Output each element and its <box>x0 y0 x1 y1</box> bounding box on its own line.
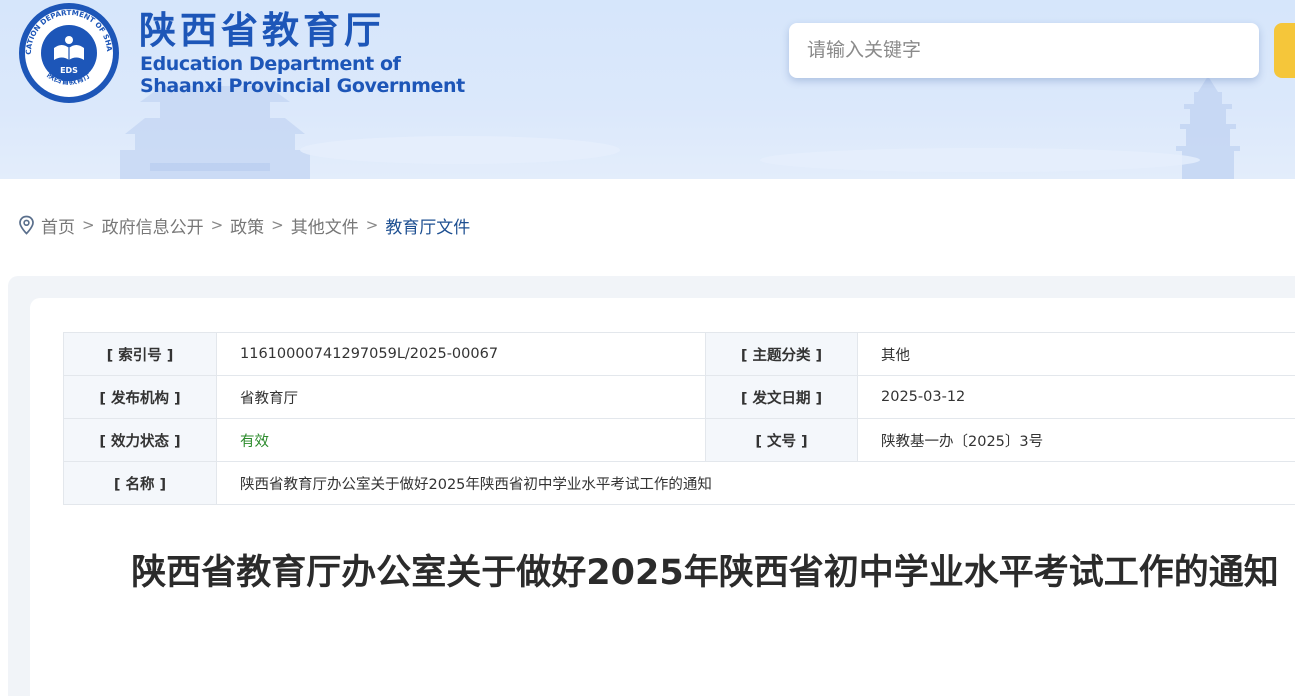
index-number-value: 11610000741297059L/2025-00067 <box>217 333 706 376</box>
location-pin-icon <box>18 215 35 235</box>
topic-category-label: [ 主题分类 ] <box>706 333 858 376</box>
document-name-label: [ 名称 ] <box>64 462 217 505</box>
validity-status-value: 有效 <box>217 419 706 462</box>
table-row: [ 效力状态 ] 有效 [ 文号 ] 陕教基一办〔2025〕3号 <box>64 419 1295 462</box>
breadcrumb-separator: > <box>211 216 224 234</box>
breadcrumb-separator: > <box>82 216 95 234</box>
issue-date-value: 2025-03-12 <box>858 376 1295 419</box>
article-title: 陕西省教育厅办公室关于做好2025年陕西省初中学业水平考试工作的通知 <box>110 548 1295 598</box>
document-number-value: 陕教基一办〔2025〕3号 <box>858 419 1295 462</box>
publisher-label: [ 发布机构 ] <box>64 376 217 419</box>
site-title-english-line1: Education Department of <box>140 53 465 75</box>
breadcrumb-other-files[interactable]: 其他文件 <box>291 213 359 238</box>
breadcrumb: 首页 > 政府信息公开 > 政策 > 其他文件 > 教育厅文件 <box>18 213 470 237</box>
breadcrumb-gov-info[interactable]: 政府信息公开 <box>102 213 204 238</box>
document-metadata-table: [ 索引号 ] 11610000741297059L/2025-00067 [ … <box>63 332 1295 505</box>
search-input[interactable] <box>807 35 1237 65</box>
search-box <box>789 23 1259 78</box>
table-row: [ 索引号 ] 11610000741297059L/2025-00067 [ … <box>64 333 1295 376</box>
breadcrumb-policy[interactable]: 政策 <box>230 213 264 238</box>
site-title-english-line2: Shaanxi Provincial Government <box>140 75 465 97</box>
breadcrumb-separator: > <box>271 216 284 234</box>
index-number-label: [ 索引号 ] <box>64 333 217 376</box>
topic-category-value: 其他 <box>858 333 1295 376</box>
table-row: [ 名称 ] 陕西省教育厅办公室关于做好2025年陕西省初中学业水平考试工作的通… <box>64 462 1295 505</box>
search-button[interactable] <box>1274 23 1295 78</box>
publisher-value: 省教育厅 <box>217 376 706 419</box>
site-header: EDUCATION DEPARTMENT OF SHAANXI 陕西省教育厅 E… <box>0 0 1295 179</box>
issue-date-label: [ 发文日期 ] <box>706 376 858 419</box>
breadcrumb-home[interactable]: 首页 <box>41 213 75 238</box>
document-number-label: [ 文号 ] <box>706 419 858 462</box>
document-name-value: 陕西省教育厅办公室关于做好2025年陕西省初中学业水平考试工作的通知 <box>217 462 1295 505</box>
site-title-chinese: 陕西省教育厅 <box>139 8 385 52</box>
breadcrumb-separator: > <box>366 216 379 234</box>
svg-text:EDS: EDS <box>60 66 78 75</box>
breadcrumb-current[interactable]: 教育厅文件 <box>385 213 470 238</box>
department-seal-logo: EDUCATION DEPARTMENT OF SHAANXI 陕西省教育厅 E… <box>16 2 122 104</box>
site-title-english: Education Department of Shaanxi Provinci… <box>140 53 465 97</box>
validity-status-label: [ 效力状态 ] <box>64 419 217 462</box>
table-row: [ 发布机构 ] 省教育厅 [ 发文日期 ] 2025-03-12 <box>64 376 1295 419</box>
